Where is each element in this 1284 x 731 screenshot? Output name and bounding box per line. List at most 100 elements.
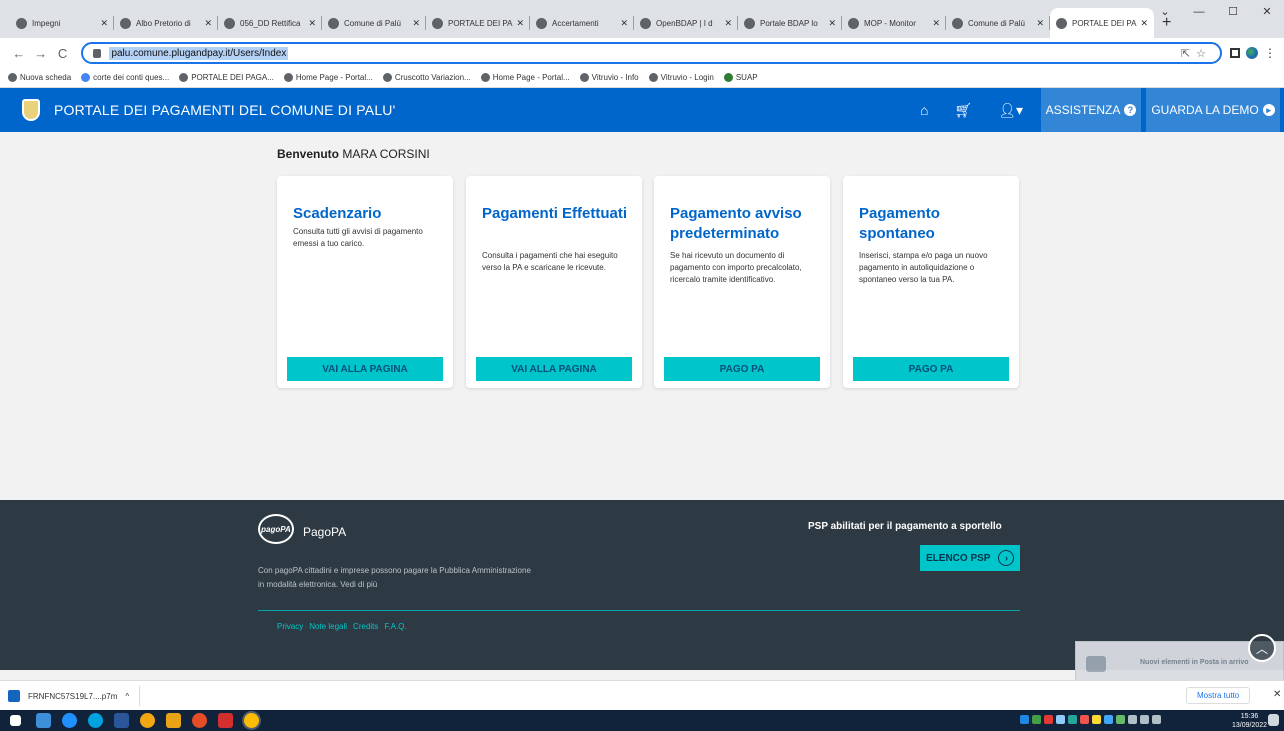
tab-close-icon[interactable]: ✕ <box>932 18 940 29</box>
guarda-demo-button[interactable]: GUARDA LA DEMO ▸ <box>1146 88 1280 132</box>
card-title: Pagamento avviso predeterminato <box>670 205 802 242</box>
tray-icon[interactable] <box>1116 715 1125 724</box>
bookmark-item[interactable]: Vitruvio - Login <box>648 73 714 82</box>
tray-icon[interactable] <box>1056 715 1065 724</box>
bookmark-item[interactable]: Home Page - Portal... <box>480 73 570 82</box>
tab-search-icon[interactable]: ⌄ <box>1148 0 1182 24</box>
downloads-close-icon[interactable]: ✕ <box>1273 689 1281 700</box>
browser-tab[interactable]: MOP - Monitor ✕ <box>842 8 946 38</box>
sidepanel-icon[interactable] <box>1229 48 1240 58</box>
reload-icon[interactable]: C <box>52 46 74 61</box>
tray-icon[interactable] <box>1080 715 1089 724</box>
tab-close-icon[interactable]: ✕ <box>1140 18 1148 29</box>
cart-icon[interactable]: 🛒︎ <box>954 102 972 119</box>
tab-close-icon[interactable]: ✕ <box>828 18 836 29</box>
mostra-tutto-button[interactable]: Mostra tutto <box>1186 687 1251 704</box>
forward-icon[interactable]: → <box>30 46 52 61</box>
taskbar-word-icon[interactable] <box>114 713 129 728</box>
browser-tab[interactable]: Accertamenti ✕ <box>530 8 634 38</box>
scroll-top-button[interactable]: ︿ <box>1248 634 1276 662</box>
browser-tab[interactable]: 056_DD Rettifica ✕ <box>218 8 322 38</box>
link-credits[interactable]: Credits <box>353 622 378 631</box>
taskbar-firefox-icon[interactable] <box>192 713 207 728</box>
taskbar-app-icon[interactable] <box>166 713 181 728</box>
bookmark-item[interactable]: corte dei conti ques... <box>81 73 169 82</box>
vai-alla-pagina-button[interactable]: VAI ALLA PAGINA <box>476 357 632 381</box>
municipality-crest-icon[interactable] <box>22 99 40 121</box>
bookmark-item[interactable]: PORTALE DEI PAGA... <box>179 73 274 82</box>
back-icon[interactable]: ← <box>8 46 30 61</box>
tray-icon[interactable] <box>1128 715 1137 724</box>
menu-dots-icon[interactable]: ⋮ <box>1264 46 1276 60</box>
url-input[interactable]: palu.comune.plugandpay.it/Users/Index ⇱☆ <box>81 42 1222 64</box>
file-icon <box>8 690 20 702</box>
taskbar-chrome-icon[interactable] <box>244 713 259 728</box>
browser-tab[interactable]: Albo Pretorio di ✕ <box>114 8 218 38</box>
lock-icon[interactable] <box>93 48 102 58</box>
user-name: MARA CORSINI <box>342 147 430 161</box>
tray-icon[interactable] <box>1068 715 1077 724</box>
tray-icon[interactable] <box>1044 715 1053 724</box>
tab-close-icon[interactable]: ✕ <box>620 18 628 29</box>
link-note-legali[interactable]: Note legali <box>309 622 347 631</box>
tab-close-icon[interactable]: ✕ <box>516 18 524 29</box>
bookmark-item[interactable]: Vitruvio - Info <box>579 73 639 82</box>
taskbar-acrobat-icon[interactable] <box>218 713 233 728</box>
taskbar-clock[interactable]: 15:36 13/09/2022 <box>1232 712 1267 730</box>
vai-alla-pagina-button[interactable]: VAI ALLA PAGINA <box>287 357 443 381</box>
link-privacy[interactable]: Privacy <box>277 622 303 631</box>
clock-time: 15:36 <box>1240 713 1259 720</box>
tab-close-icon[interactable]: ✕ <box>308 18 316 29</box>
profile-avatar-icon[interactable] <box>1245 47 1258 59</box>
tray-icon[interactable] <box>1020 715 1029 724</box>
taskbar-edge-icon[interactable] <box>88 713 103 728</box>
share-star-icons[interactable]: ⇱☆ <box>1181 47 1212 60</box>
link-faq[interactable]: F.A.Q. <box>384 622 406 631</box>
assistenza-button[interactable]: ASSISTENZA? <box>1041 88 1141 132</box>
browser-tab[interactable]: Comune di Palù ✕ <box>322 8 426 38</box>
browser-tab[interactable]: Impegni ✕ <box>10 8 114 38</box>
tray-icon[interactable] <box>1092 715 1101 724</box>
tray-icon[interactable] <box>1032 715 1041 724</box>
card-scadenzario: Scadenzario Consulta tutti gli avvisi di… <box>277 176 453 388</box>
download-item[interactable]: FRNFNC57S19L7....p7m ^ <box>8 686 141 706</box>
psp-title: PSP abilitati per il pagamento a sportel… <box>808 521 1002 532</box>
bookmark-item[interactable]: SUAP <box>723 73 758 82</box>
tray-icon[interactable] <box>1104 715 1113 724</box>
browser-tab[interactable]: OpenBDAP | I d ✕ <box>634 8 738 38</box>
browser-tab[interactable]: Portale BDAP lo ✕ <box>738 8 842 38</box>
window-close-icon[interactable]: ✕ <box>1250 0 1284 24</box>
tab-close-icon[interactable]: ✕ <box>724 18 732 29</box>
bookmark-item[interactable]: Home Page - Portal... <box>283 73 373 82</box>
pagopa-logo[interactable]: pagoPA <box>258 514 294 544</box>
card-description: Consulta i pagamenti che hai eseguito ve… <box>482 251 618 272</box>
elenco-psp-button[interactable]: ELENCO PSP › <box>920 545 1020 571</box>
taskbar-app-icon[interactable] <box>140 713 155 728</box>
network-icon[interactable] <box>1140 715 1149 724</box>
browser-tab[interactable]: Comune di Palù ✕ <box>946 8 1050 38</box>
tab-close-icon[interactable]: ✕ <box>1036 18 1044 29</box>
user-menu-icon[interactable]: 👤︎▾ <box>998 102 1023 119</box>
notification-center-icon[interactable] <box>1268 714 1279 726</box>
pago-pa-button[interactable]: PAGO PA <box>664 357 820 381</box>
site-title[interactable]: PORTALE DEI PAGAMENTI DEL COMUNE DI PALU… <box>54 102 396 118</box>
bookmark-favicon-icon <box>179 73 189 82</box>
browser-tab-active[interactable]: PORTALE DEI PA ✕ <box>1050 8 1154 38</box>
chevron-up-icon[interactable]: ^ <box>125 692 129 701</box>
minimize-icon[interactable]: — <box>1182 0 1216 24</box>
tab-close-icon[interactable]: ✕ <box>412 18 420 29</box>
tab-close-icon[interactable]: ✕ <box>100 18 108 29</box>
tab-close-icon[interactable]: ✕ <box>204 18 212 29</box>
pago-pa-button[interactable]: PAGO PA <box>853 357 1009 381</box>
home-icon[interactable]: ⌂ <box>920 102 928 118</box>
bookmark-item[interactable]: Cruscotto Variazion... <box>382 73 471 82</box>
browser-tab[interactable]: PORTALE DEI PA ✕ <box>426 8 530 38</box>
taskbar-ie-icon[interactable] <box>62 713 77 728</box>
card-description: Se hai ricevuto un documento di pagament… <box>670 251 802 284</box>
windows-start-icon[interactable] <box>10 715 21 726</box>
bookmark-item[interactable]: Nuova scheda <box>8 73 71 82</box>
volume-icon[interactable] <box>1152 715 1161 724</box>
maximize-icon[interactable]: ☐ <box>1216 0 1250 24</box>
bookmark-label: Home Page - Portal... <box>295 73 373 82</box>
taskbar-app-icon[interactable] <box>36 713 51 728</box>
